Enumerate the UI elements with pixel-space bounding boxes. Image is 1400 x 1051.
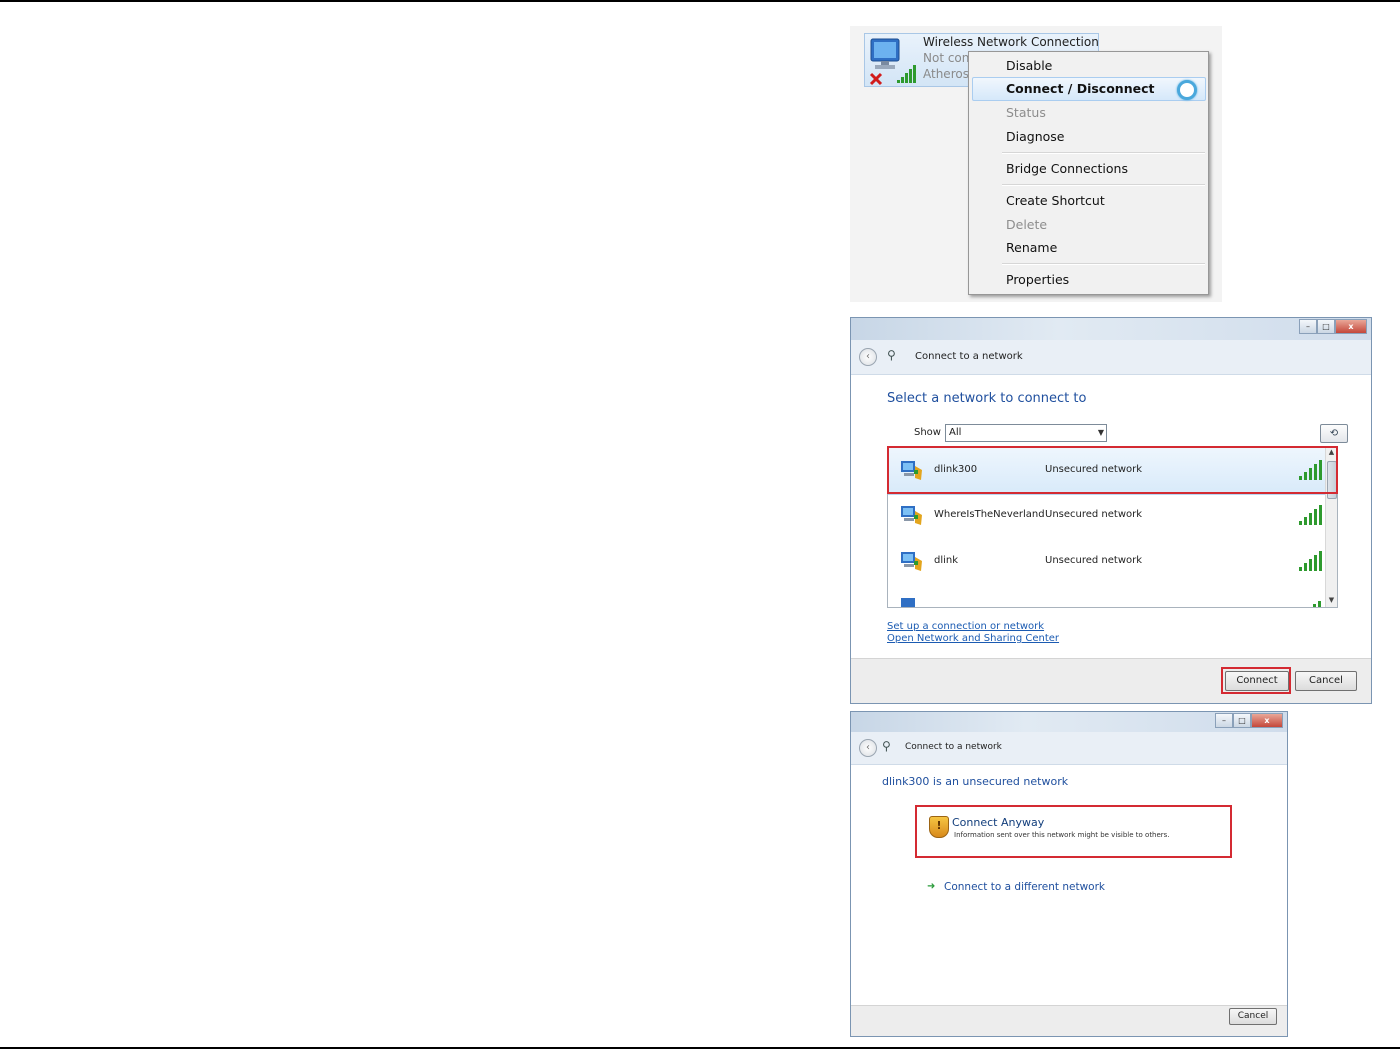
dialog-footer [851, 658, 1371, 703]
wireless-network-icon [901, 598, 915, 607]
network-row[interactable]: dlink Unsecured network [888, 539, 1337, 585]
menu-item-connect-disconnect[interactable]: Connect / Disconnect [1006, 81, 1154, 96]
close-button[interactable]: x [1251, 713, 1283, 728]
network-wizard-icon: ⚲ [887, 348, 896, 362]
close-button[interactable]: x [1335, 319, 1367, 334]
menu-item-create-shortcut[interactable]: Create Shortcut [1006, 193, 1105, 208]
menu-item-properties[interactable]: Properties [1006, 272, 1069, 287]
setup-connection-link[interactable]: Set up a connection or network [887, 621, 1044, 632]
dialog-heading: dlink300 is an unsecured network [882, 775, 1069, 788]
window-controls: – □ x [1215, 713, 1283, 728]
menu-item-diagnose[interactable]: Diagnose [1006, 129, 1064, 144]
busy-spinner-icon [1177, 80, 1197, 100]
maximize-button[interactable]: □ [1233, 713, 1251, 728]
signal-strength-icon [1313, 601, 1321, 607]
connection-name: Wireless Network Connection [923, 35, 1099, 49]
context-menu: Disable Connect / Disconnect Status Diag… [968, 51, 1209, 295]
nav-title: Connect to a network [915, 351, 1023, 362]
show-filter-value: All [949, 427, 962, 438]
minimize-button[interactable]: – [1215, 713, 1233, 728]
nav-title: Connect to a network [905, 742, 1002, 752]
network-name: WhereIsTheNeverland [934, 509, 1045, 520]
signal-strength-icon [897, 65, 916, 83]
refresh-icon[interactable]: ⟲ [1320, 424, 1348, 443]
signal-strength-icon [1299, 551, 1322, 571]
network-adapter-icon [869, 38, 916, 86]
network-row[interactable]: WhereIsTheNeverland Unsecured network [888, 493, 1337, 539]
show-label: Show [914, 427, 941, 438]
menu-separator [1002, 263, 1205, 265]
navigation-bar: ‹ ⚲ Connect to a network [851, 732, 1287, 765]
connection-device: Atheros [923, 67, 969, 81]
dialog-titlebar[interactable]: – □ x [851, 318, 1371, 340]
window-controls: – □ x [1299, 319, 1367, 334]
signal-strength-icon [1299, 505, 1322, 525]
connect-anyway-description: Information sent over this network might… [954, 831, 1170, 839]
connect-different-network-link[interactable]: Connect to a different network [944, 881, 1105, 893]
dialog-footer [851, 1005, 1287, 1036]
green-arrow-icon: ➜ [927, 881, 936, 892]
network-name: dlink [934, 555, 959, 566]
menu-item-rename[interactable]: Rename [1006, 240, 1057, 255]
cancel-button[interactable]: Cancel [1229, 1008, 1277, 1025]
dialog-titlebar[interactable]: – □ x [851, 712, 1287, 732]
menu-item-delete: Delete [1006, 217, 1048, 232]
back-arrow-icon[interactable]: ‹ [859, 739, 877, 757]
cancel-button[interactable]: Cancel [1295, 671, 1357, 691]
network-row-partial[interactable] [888, 585, 1337, 607]
connect-anyway-title[interactable]: Connect Anyway [952, 816, 1044, 829]
menu-item-status: Status [1006, 105, 1046, 120]
navigation-bar: ‹ ⚲ Connect to a network [851, 340, 1371, 375]
unsecured-network-dialog: – □ x ‹ ⚲ Connect to a network dlink300 … [850, 711, 1288, 1037]
maximize-button[interactable]: □ [1317, 319, 1335, 334]
disconnected-x-icon [869, 72, 883, 86]
back-arrow-icon[interactable]: ‹ [859, 348, 877, 366]
wireless-network-icon [901, 552, 922, 571]
menu-item-bridge-connections[interactable]: Bridge Connections [1006, 161, 1128, 176]
scroll-down-icon[interactable]: ▼ [1327, 596, 1336, 606]
network-security: Unsecured network [1045, 509, 1143, 520]
security-shield-icon: ! [929, 816, 949, 838]
network-wizard-icon: ⚲ [882, 739, 891, 753]
menu-separator [1002, 152, 1205, 154]
menu-item-disable[interactable]: Disable [1006, 58, 1052, 73]
connection-status: Not con [923, 51, 970, 65]
show-filter-select[interactable]: All ▼ [945, 424, 1107, 442]
menu-separator [1002, 184, 1205, 186]
highlight-box [887, 446, 1338, 494]
sharing-center-link[interactable]: Open Network and Sharing Center [887, 633, 1059, 644]
top-rule [0, 0, 1400, 2]
wireless-network-icon [901, 506, 922, 525]
chevron-down-icon: ▼ [1097, 428, 1104, 437]
connect-to-network-dialog: – □ x ‹ ⚲ Connect to a network Select a … [850, 317, 1372, 704]
bottom-rule [0, 1047, 1400, 1049]
minimize-button[interactable]: – [1299, 319, 1317, 334]
highlight-box [1221, 667, 1291, 694]
network-security: Unsecured network [1045, 555, 1143, 566]
dialog-heading: Select a network to connect to [887, 391, 1087, 406]
